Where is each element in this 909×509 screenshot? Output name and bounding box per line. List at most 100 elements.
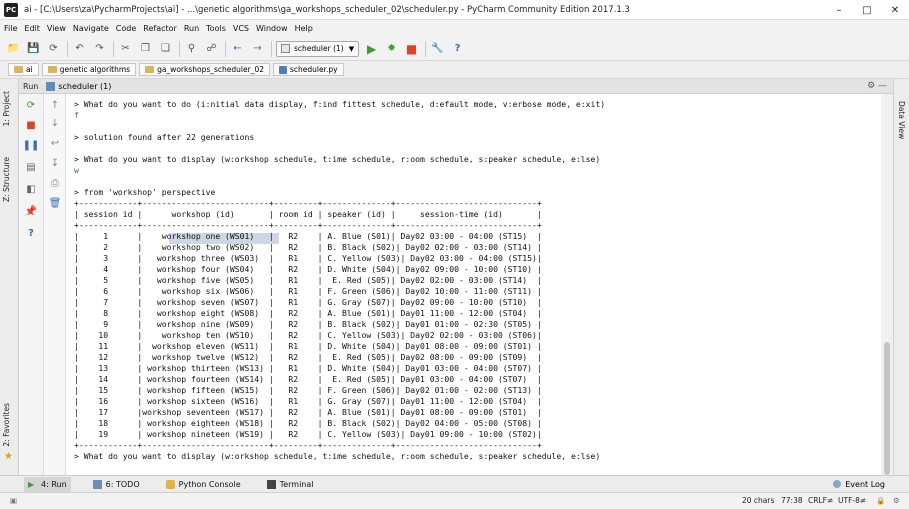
run-icon[interactable]: ▶ xyxy=(364,41,379,56)
console-output-line: | 12 | workshop twelve (WS12) | R2 | E. … xyxy=(74,352,542,362)
toolbar-separator xyxy=(425,40,427,57)
menu-run[interactable]: Run xyxy=(184,24,199,33)
restore-layout-icon[interactable]: ▤ xyxy=(24,160,38,174)
star-icon: ★ xyxy=(4,451,13,462)
debug-icon[interactable]: ✸ xyxy=(384,41,399,56)
console-output-line: > What do you want to display (w:orkshop… xyxy=(74,154,601,164)
console-input-line: w xyxy=(74,165,79,175)
rerun-icon[interactable]: ⟳ xyxy=(24,98,38,112)
scroll-up-icon[interactable]: ↑ xyxy=(48,98,62,112)
tab-python-console[interactable]: Python Console xyxy=(162,477,245,492)
python-file-icon xyxy=(279,65,287,74)
save-icon[interactable]: 💾 xyxy=(26,41,41,56)
console-output-line: > solution found after 22 generations xyxy=(74,132,255,142)
python-config-icon xyxy=(46,81,56,91)
breadcrumb-ai[interactable]: ai xyxy=(8,63,39,76)
undo-icon[interactable]: ↶ xyxy=(72,41,87,56)
status-bar: ▣ 20 chars 77:38 CRLF≠ UTF-8≠ 🔒 ⚙ xyxy=(0,492,909,509)
tab-structure[interactable]: Z: Structure xyxy=(2,157,11,202)
replace-icon[interactable]: ☍ xyxy=(204,41,219,56)
clear-all-icon[interactable]: 🗑 xyxy=(48,196,62,210)
tab-data-view[interactable]: Data View xyxy=(897,101,906,139)
tab-terminal[interactable]: Terminal xyxy=(263,477,318,492)
scroll-down-icon[interactable]: ↓ xyxy=(48,116,62,130)
close-button[interactable]: ✕ xyxy=(881,0,909,20)
maximize-button[interactable]: □ xyxy=(853,0,881,20)
console-output-line: +------------+--------------------------… xyxy=(74,220,542,230)
window-controls: – □ ✕ xyxy=(825,0,909,20)
lock-icon[interactable]: 🔒 xyxy=(876,496,885,505)
pycharm-app-icon: PC xyxy=(4,2,18,17)
line-separator[interactable]: CRLF≠ xyxy=(808,496,833,505)
sync-icon[interactable]: ⟳ xyxy=(46,41,61,56)
menu-edit[interactable]: Edit xyxy=(24,24,40,33)
toolbar-separator xyxy=(113,40,114,57)
stop-icon[interactable]: ■ xyxy=(404,41,419,56)
dump-threads-icon[interactable]: ◧ xyxy=(24,182,38,196)
run-console-output[interactable]: > What do you want to do (i:nitial data … xyxy=(66,94,881,475)
stop-icon[interactable]: ■ xyxy=(24,118,38,132)
paste-icon[interactable]: ❑ xyxy=(158,41,173,56)
breadcrumb-ga-workshops-scheduler[interactable]: ga_workshops_scheduler_02 xyxy=(139,63,270,76)
console-output-line: | 15 | workshop fifteen (WS15) | R2 | F.… xyxy=(74,385,542,395)
console-output-line: | 8 | workshop eight (WS08) | R2 | A. Bl… xyxy=(74,308,542,318)
menu-vcs[interactable]: VCS xyxy=(233,24,249,33)
open-icon[interactable]: 📁 xyxy=(6,41,21,56)
tab-project[interactable]: 1: Project xyxy=(2,91,11,126)
file-encoding[interactable]: UTF-8≠ xyxy=(838,496,866,505)
tab-run[interactable]: ▶ 4: Run xyxy=(24,476,71,492)
menu-window[interactable]: Window xyxy=(256,24,288,33)
menu-code[interactable]: Code xyxy=(116,24,136,33)
console-scrollbar[interactable] xyxy=(881,94,893,475)
tool-window-toggle-icon[interactable]: ▣ xyxy=(10,496,17,505)
console-output-line: > What do you want to do (i:nitial data … xyxy=(74,99,606,109)
menu-navigate[interactable]: Navigate xyxy=(73,24,109,33)
find-icon[interactable]: ⚲ xyxy=(184,41,199,56)
console-output-line: | 11 | workshop eleven (WS11) | R1 | D. … xyxy=(74,341,542,351)
console-output-line: > What do you want to display (w:orkshop… xyxy=(74,451,601,461)
menu-view[interactable]: View xyxy=(47,24,66,33)
menu-refactor[interactable]: Refactor xyxy=(143,24,177,33)
minimize-button[interactable]: – xyxy=(825,0,853,20)
right-tool-stripe: Data View xyxy=(893,79,909,475)
breadcrumb-scheduler-py[interactable]: scheduler.py xyxy=(273,63,344,76)
redo-icon[interactable]: ↷ xyxy=(92,41,107,56)
menu-file[interactable]: File xyxy=(4,24,17,33)
soft-wrap-icon[interactable]: ↩ xyxy=(48,136,62,150)
print-icon[interactable]: ⎙ xyxy=(48,176,62,190)
scroll-to-end-icon[interactable]: ↧ xyxy=(48,156,62,170)
cut-icon[interactable]: ✂ xyxy=(118,41,133,56)
title-bar: PC ai - [C:\Users\za\PycharmProjects\ai]… xyxy=(0,0,909,20)
menu-help[interactable]: Help xyxy=(295,24,313,33)
settings-icon[interactable]: 🔧 xyxy=(430,41,445,56)
console-output-line: | 10 | workshop ten (WS10) | R2 | C. Yel… xyxy=(74,330,542,340)
caret-position[interactable]: 77:38 xyxy=(781,496,803,505)
terminal-icon xyxy=(266,479,276,489)
scrollbar-thumb[interactable] xyxy=(884,342,890,475)
inspection-icon[interactable]: ⚙ xyxy=(893,496,900,505)
breadcrumb-genetic-algorithms[interactable]: genetic algorithms xyxy=(41,63,137,76)
console-output-line: | 19 | workshop nineteen (WS19) | R2 | C… xyxy=(74,429,542,439)
console-output-line: | 17 |workshop seventeen (WS17) | R2 | A… xyxy=(74,407,542,417)
tab-todo[interactable]: 6: TODO xyxy=(89,477,144,492)
forward-icon[interactable]: → xyxy=(250,41,265,56)
gear-icon[interactable]: ⚙ — xyxy=(867,81,887,91)
run-configuration-select[interactable]: scheduler (1) ▼ xyxy=(276,40,360,57)
back-icon[interactable]: ← xyxy=(230,41,245,56)
event-log-icon xyxy=(833,480,842,488)
event-log-button[interactable]: Event Log xyxy=(833,480,885,489)
help-icon[interactable]: ? xyxy=(24,226,38,240)
run-tab-scheduler[interactable]: scheduler (1) xyxy=(46,81,111,91)
window-title: ai - [C:\Users\za\PycharmProjects\ai] - … xyxy=(24,4,630,15)
menu-tools[interactable]: Tools xyxy=(206,24,226,33)
toolbar-separator xyxy=(67,40,68,57)
console-output-line: | 13 | workshop thirteen (WS13) | R1 | D… xyxy=(74,363,542,373)
copy-icon[interactable]: ❐ xyxy=(138,41,153,56)
help-icon[interactable]: ? xyxy=(450,41,465,56)
close-icon[interactable]: ✕ xyxy=(24,206,38,220)
tab-favorites[interactable]: 2: Favorites xyxy=(2,403,11,447)
pause-icon[interactable]: ❚❚ xyxy=(23,138,40,152)
console-output-line: | 6 | workshop six (WS06) | R1 | F. Gree… xyxy=(74,286,542,296)
console-output-line: | 16 | workshop sixteen (WS16) | R1 | G.… xyxy=(74,396,542,406)
console-output-line: | 2 | workshop two (WS02) | R2 | B. Blac… xyxy=(74,242,542,252)
